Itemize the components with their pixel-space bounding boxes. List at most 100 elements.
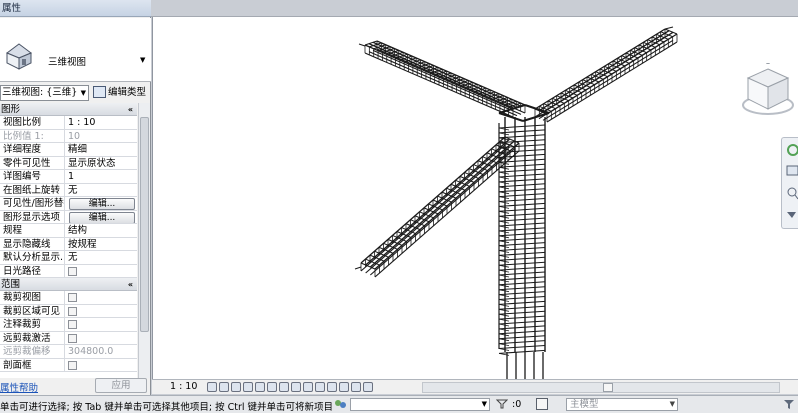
chevron-down-icon[interactable]: ▼ xyxy=(670,399,675,410)
reveal-hidden-icon[interactable] xyxy=(315,382,325,392)
sun-path-icon[interactable] xyxy=(231,382,241,392)
section-box-checkbox[interactable] xyxy=(68,360,77,370)
property-value: 10 xyxy=(68,130,81,142)
rebar-model xyxy=(354,26,678,379)
properties-help-link[interactable]: 属性帮助 xyxy=(0,380,38,394)
property-value-cell xyxy=(65,332,137,345)
property-value[interactable]: 1 : 10 xyxy=(65,116,137,129)
scrollbar-thumb[interactable] xyxy=(603,383,613,392)
property-value-cell xyxy=(65,265,137,278)
view-instance-label: 三维视图: {三维} xyxy=(2,87,78,98)
property-label: 剖面框 xyxy=(0,358,65,371)
collapse-chevron-icon[interactable]: « xyxy=(128,278,133,291)
property-label: 远剪裁偏移 xyxy=(0,345,65,358)
property-row[interactable]: 图形显示选项 编辑... xyxy=(0,210,137,224)
property-value[interactable]: 无 xyxy=(65,184,137,197)
edit-type-label: 编辑类型 xyxy=(108,87,147,98)
navigation-bar-icon[interactable] xyxy=(781,137,798,229)
visual-style-icon[interactable] xyxy=(219,382,229,392)
property-row[interactable]: 剖面框 xyxy=(0,358,137,372)
crop-view-checkbox[interactable] xyxy=(68,293,77,302)
property-row[interactable]: 视图比例 1 : 10 xyxy=(0,116,137,130)
property-row[interactable]: 可见性/图形替换 编辑... xyxy=(0,197,137,211)
reveal-constraints-icon[interactable] xyxy=(351,382,361,392)
property-label: 规程 xyxy=(0,224,65,237)
crop-region-visible-checkbox[interactable] xyxy=(68,306,77,316)
property-label: 裁剪视图 xyxy=(0,291,65,304)
property-row[interactable]: 详图编号 1 xyxy=(0,170,137,184)
property-label: 详图编号 xyxy=(0,170,65,183)
property-row[interactable]: 裁剪区域可见 xyxy=(0,304,137,318)
render-icon[interactable] xyxy=(255,382,265,392)
shadows-icon[interactable] xyxy=(243,382,253,392)
property-label: 在图纸上旋转 xyxy=(0,183,65,196)
property-value-cell: 编辑... xyxy=(65,197,137,210)
chevron-down-icon[interactable]: ▼ xyxy=(81,86,86,100)
property-value[interactable]: 精细 xyxy=(65,143,137,156)
type-name: 三维视图 xyxy=(48,57,87,68)
property-row[interactable]: 裁剪视图 xyxy=(0,291,137,305)
property-label: 零件可见性 xyxy=(0,156,65,169)
property-row[interactable]: 在图纸上旋转 无 xyxy=(0,183,137,197)
show-crop-icon[interactable] xyxy=(279,382,289,392)
viewport-horizontal-scrollbar[interactable] xyxy=(422,382,780,393)
property-grid-scrollbar[interactable] xyxy=(138,103,150,378)
crop-view-icon[interactable] xyxy=(267,382,277,392)
property-label: 图形显示选项 xyxy=(0,210,65,223)
property-value[interactable]: 1 xyxy=(65,170,137,183)
detail-level-icon[interactable] xyxy=(207,382,217,392)
highlight-displacement-icon[interactable] xyxy=(339,382,349,392)
property-value[interactable]: 显示原状态 xyxy=(65,157,137,170)
category-label: 图形 xyxy=(1,104,21,115)
property-row[interactable]: 零件可见性 显示原状态 xyxy=(0,156,137,170)
edit-type-button[interactable]: 编辑类型 xyxy=(92,84,150,101)
property-row[interactable]: 远剪裁激活 xyxy=(0,331,137,345)
worksharing-display-icon[interactable] xyxy=(363,382,373,392)
property-label: 比例值 1: xyxy=(0,129,65,142)
design-option-value: 主模型 xyxy=(570,399,599,410)
property-row[interactable]: 显示隐藏线 按规程 xyxy=(0,237,137,251)
property-row[interactable]: 规程 结构 xyxy=(0,224,137,238)
property-row[interactable]: 注释裁剪 xyxy=(0,318,137,332)
property-value-cell xyxy=(65,359,137,372)
viewcube-icon[interactable] xyxy=(739,63,797,119)
selection-filter-icon[interactable] xyxy=(496,399,508,409)
temp-hide-icon[interactable] xyxy=(303,382,313,392)
analytical-model-icon[interactable] xyxy=(327,382,337,392)
property-row[interactable]: 默认分析显示... 无 xyxy=(0,251,137,265)
far-clip-active-checkbox[interactable] xyxy=(68,333,77,343)
worksets-icon[interactable] xyxy=(334,398,347,410)
3d-viewport[interactable] xyxy=(152,17,798,379)
collapse-chevron-icon[interactable]: « xyxy=(128,103,133,116)
view-instance-combo[interactable]: 三维视图: {三维} ▼ xyxy=(0,85,89,101)
view-scale[interactable]: 1 : 10 xyxy=(170,381,197,392)
property-row[interactable]: 日光路径 xyxy=(0,264,137,278)
property-label: 可见性/图形替换 xyxy=(0,197,65,210)
sun-path-checkbox[interactable] xyxy=(68,266,77,276)
edit-visibility-button[interactable]: 编辑... xyxy=(69,198,135,210)
annotation-crop-checkbox[interactable] xyxy=(68,320,77,329)
apply-button[interactable]: 应用 xyxy=(95,378,147,393)
category-extents[interactable]: 范围 « xyxy=(0,278,137,291)
edit-graphic-display-button[interactable]: 编辑... xyxy=(69,211,135,223)
properties-panel: 属性 三维视图 ▼ 三维视图: {三维} ▼ 编辑类型 图形 « 视图比例 1 … xyxy=(0,0,151,396)
chevron-down-icon[interactable]: ▼ xyxy=(482,399,487,410)
property-value[interactable]: 结构 xyxy=(65,224,137,237)
design-options-icon[interactable] xyxy=(536,398,548,410)
filter-icon[interactable] xyxy=(783,398,795,410)
design-option-combo[interactable]: 主模型 ▼ xyxy=(566,398,678,411)
workset-combo[interactable]: ▼ xyxy=(350,398,490,411)
scrollbar-thumb[interactable] xyxy=(140,117,149,332)
category-graphics[interactable]: 图形 « xyxy=(0,103,137,116)
property-grid: 图形 « 视图比例 1 : 10 比例值 1: 10 详细程度 精细 零件可见性… xyxy=(0,103,137,378)
property-label: 显示隐藏线 xyxy=(0,237,65,250)
type-selector[interactable]: 三维视图 ▼ xyxy=(0,18,151,82)
property-value[interactable]: 无 xyxy=(65,251,137,264)
lock-view-icon[interactable] xyxy=(291,382,301,392)
chevron-down-icon[interactable]: ▼ xyxy=(140,56,145,64)
property-label: 默认分析显示... xyxy=(0,251,65,264)
property-label: 视图比例 xyxy=(0,116,65,129)
house-3d-view-icon xyxy=(6,43,32,70)
property-row[interactable]: 详细程度 精细 xyxy=(0,143,137,157)
property-value[interactable]: 按规程 xyxy=(65,238,137,251)
